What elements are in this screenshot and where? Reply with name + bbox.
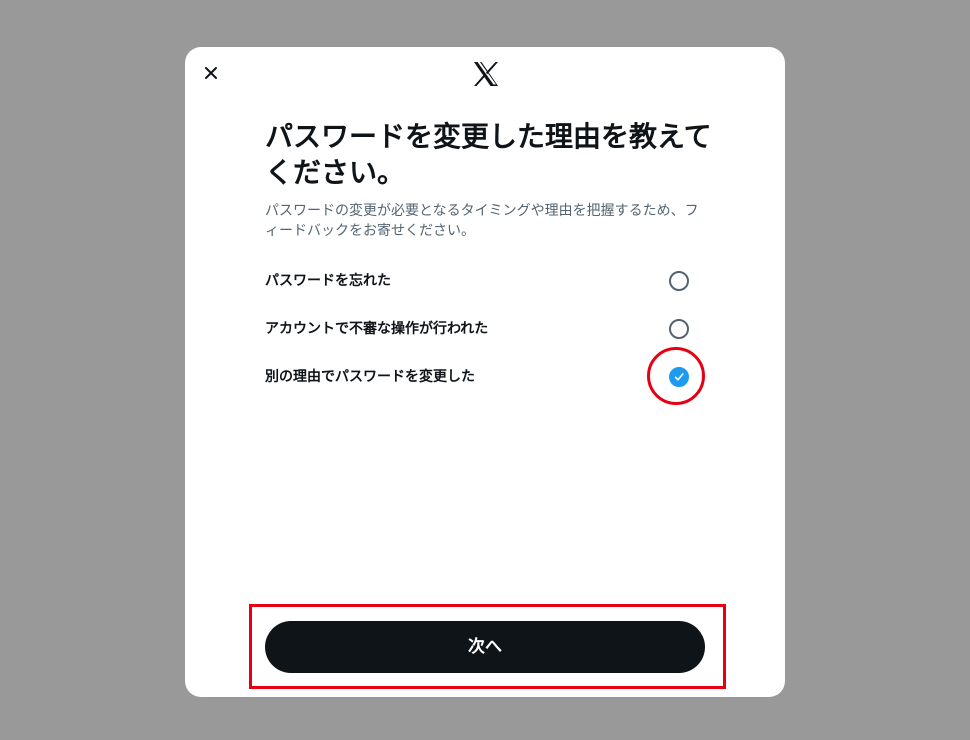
close-button[interactable] bbox=[199, 61, 223, 85]
password-change-reason-dialog: パスワードを変更した理由を教えてください。 パスワードの変更が必要となるタイミン… bbox=[185, 47, 785, 697]
option-label: 別の理由でパスワードを変更した bbox=[265, 369, 475, 385]
option-other-reason[interactable]: 別の理由でパスワードを変更した bbox=[265, 357, 710, 397]
option-forgot-password[interactable]: パスワードを忘れた bbox=[265, 261, 710, 301]
option-label: アカウントで不審な操作が行われた bbox=[265, 321, 489, 337]
radio-button[interactable] bbox=[669, 319, 689, 339]
option-suspicious-activity[interactable]: アカウントで不審な操作が行われた bbox=[265, 309, 710, 349]
x-logo-icon bbox=[472, 60, 500, 88]
close-icon bbox=[205, 67, 217, 79]
option-label: パスワードを忘れた bbox=[265, 273, 391, 289]
annotation-circle bbox=[647, 347, 705, 405]
annotation-highlight-box bbox=[249, 604, 726, 689]
dialog-title: パスワードを変更した理由を教えてください。 bbox=[265, 120, 712, 189]
dialog-subtitle: パスワードの変更が必要となるタイミングや理由を把握するため、フィードバックをお寄… bbox=[265, 203, 699, 239]
radio-button[interactable] bbox=[669, 271, 689, 291]
